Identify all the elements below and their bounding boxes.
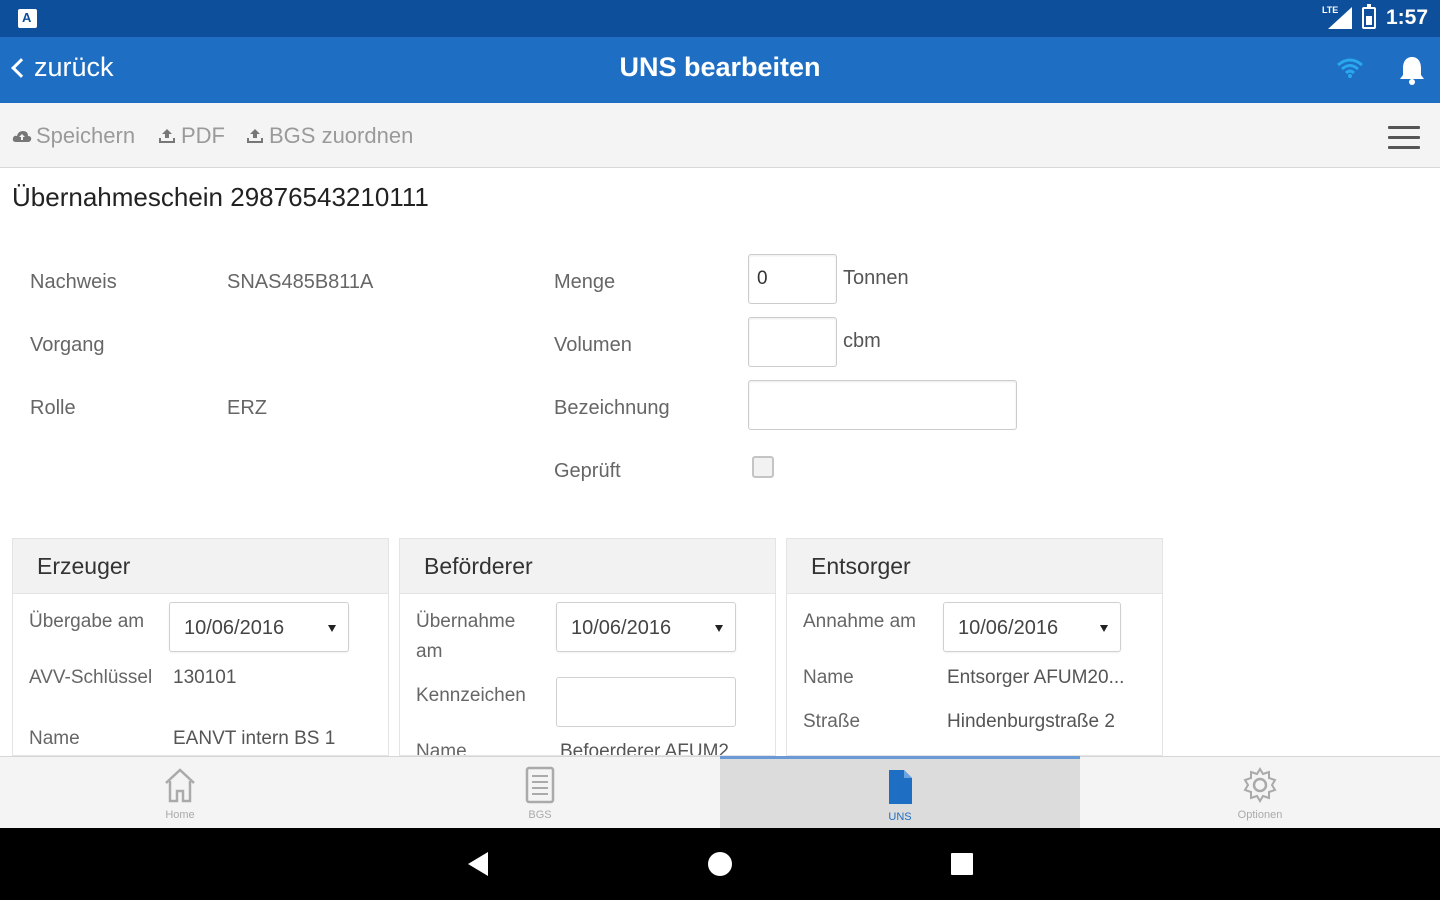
nav-recents-icon[interactable]	[951, 853, 973, 875]
bezeichnung-input[interactable]	[748, 380, 1017, 430]
befoerderer-name-label: Name	[416, 741, 467, 756]
befoerderer-name-value: Befoerderer AFUM2	[560, 741, 729, 756]
nachweis-value: SNAS485B811A	[227, 271, 374, 293]
back-button[interactable]: zurück	[8, 52, 114, 83]
uebernahme-date: 10/06/2016	[571, 617, 672, 639]
annahme-label: Annahme am	[803, 611, 917, 632]
entsorger-name-value: Entsorger AFUM20...	[947, 667, 1125, 688]
status-time: 1:57	[1385, 6, 1428, 29]
document-icon	[889, 770, 912, 804]
uebernahme-date-select[interactable]: 10/06/2016	[556, 602, 736, 652]
uebergabe-date: 10/06/2016	[184, 617, 285, 639]
menge-input[interactable]	[748, 254, 837, 304]
tab-optionen-label: Optionen	[1237, 809, 1283, 821]
tab-optionen[interactable]: Optionen	[1080, 757, 1440, 829]
status-indicators: LTE 1:57	[1322, 4, 1428, 30]
nav-home-icon[interactable]	[708, 852, 732, 876]
caret-down-icon	[1100, 625, 1108, 632]
upload-icon	[159, 129, 175, 143]
save-button[interactable]: Speichern	[12, 123, 135, 149]
upload-icon	[247, 129, 263, 143]
home-icon	[165, 768, 195, 803]
volumen-input[interactable]	[748, 317, 837, 367]
tab-home[interactable]: Home	[0, 757, 360, 829]
caret-down-icon	[328, 625, 336, 632]
entsorger-name-label: Name	[803, 667, 854, 688]
vorgang-label: Vorgang	[30, 334, 105, 356]
battery-icon	[1361, 4, 1376, 29]
strasse-label: Straße	[803, 711, 861, 732]
assign-bgs-button[interactable]: BGS zuordnen	[245, 123, 413, 149]
assign-bgs-label: BGS zuordnen	[269, 123, 414, 148]
befoerderer-panel-title: Beförderer	[400, 539, 775, 594]
uebergabe-date-select[interactable]: 10/06/2016	[169, 602, 349, 652]
erzeuger-panel-title: Erzeuger	[13, 539, 388, 594]
nachweis-label: Nachweis	[30, 271, 117, 293]
annahme-date-select[interactable]: 10/06/2016	[943, 602, 1121, 652]
kennzeichen-label: Kennzeichen	[416, 685, 526, 706]
rolle-value: ERZ	[227, 397, 267, 419]
erzeuger-name-value: EANVT intern BS 1	[173, 728, 336, 749]
app-bar: zurück UNS bearbeiten	[0, 37, 1440, 103]
document-title: Übernahmeschein 29876543210111	[12, 182, 429, 212]
erzeuger-name-label: Name	[29, 728, 80, 749]
tab-home-label: Home	[165, 809, 195, 821]
nav-back-icon[interactable]	[468, 852, 488, 876]
befoerderer-panel: Beförderer Übernahme am 10/06/2016 Kennz…	[399, 538, 776, 756]
geprueft-label: Geprüft	[554, 460, 621, 482]
chevron-left-icon	[11, 57, 31, 78]
entsorger-panel: Entsorger Annahme am 10/06/2016 Name Ent…	[786, 538, 1163, 756]
cell-signal-icon: LTE	[1322, 5, 1352, 29]
action-toolbar: Speichern PDF BGS zuordnen	[0, 103, 1440, 168]
entsorger-panel-title: Entsorger	[787, 539, 1162, 594]
volumen-label: Volumen	[554, 334, 632, 356]
bell-icon[interactable]	[1398, 55, 1426, 85]
page-title: UNS bearbeiten	[619, 52, 821, 82]
save-label: Speichern	[36, 123, 136, 148]
uebernahme-label: Übernahme am	[416, 611, 516, 662]
bottom-tab-bar: Home BGS UNS Optionen	[0, 756, 1440, 828]
caret-down-icon	[715, 625, 723, 632]
cloud-upload-icon	[12, 131, 32, 142]
document-list-icon	[525, 766, 555, 804]
volumen-unit: cbm	[843, 330, 881, 352]
geprueft-checkbox[interactable]	[752, 456, 774, 478]
tab-bgs[interactable]: BGS	[360, 757, 720, 829]
menge-unit: Tonnen	[843, 267, 909, 289]
avv-value: 130101	[173, 667, 237, 688]
app-notification-icon	[18, 9, 37, 28]
menu-icon[interactable]	[1388, 126, 1420, 152]
annahme-date: 10/06/2016	[958, 617, 1059, 639]
pdf-button[interactable]: PDF	[157, 123, 225, 149]
avv-label: AVV-Schlüssel	[29, 667, 153, 688]
erzeuger-panel: Erzeuger Übergabe am 10/06/2016 AVV-Schl…	[12, 538, 389, 756]
pdf-label: PDF	[181, 123, 225, 148]
rolle-label: Rolle	[30, 397, 76, 419]
back-label: zurück	[34, 52, 114, 82]
strasse-value: Hindenburgstraße 2	[947, 711, 1115, 732]
status-bar: LTE 1:57	[0, 0, 1440, 37]
tab-uns-label: UNS	[888, 811, 912, 823]
menge-label: Menge	[554, 271, 616, 293]
tab-bgs-label: BGS	[528, 809, 552, 821]
kennzeichen-input[interactable]	[556, 677, 736, 727]
uebergabe-label: Übergabe am	[29, 611, 145, 632]
gear-icon	[1243, 767, 1277, 803]
wifi-icon[interactable]	[1336, 57, 1364, 79]
bezeichnung-label: Bezeichnung	[554, 397, 670, 419]
tab-uns[interactable]: UNS	[720, 756, 1080, 828]
signal-badge: LTE	[1321, 5, 1339, 15]
